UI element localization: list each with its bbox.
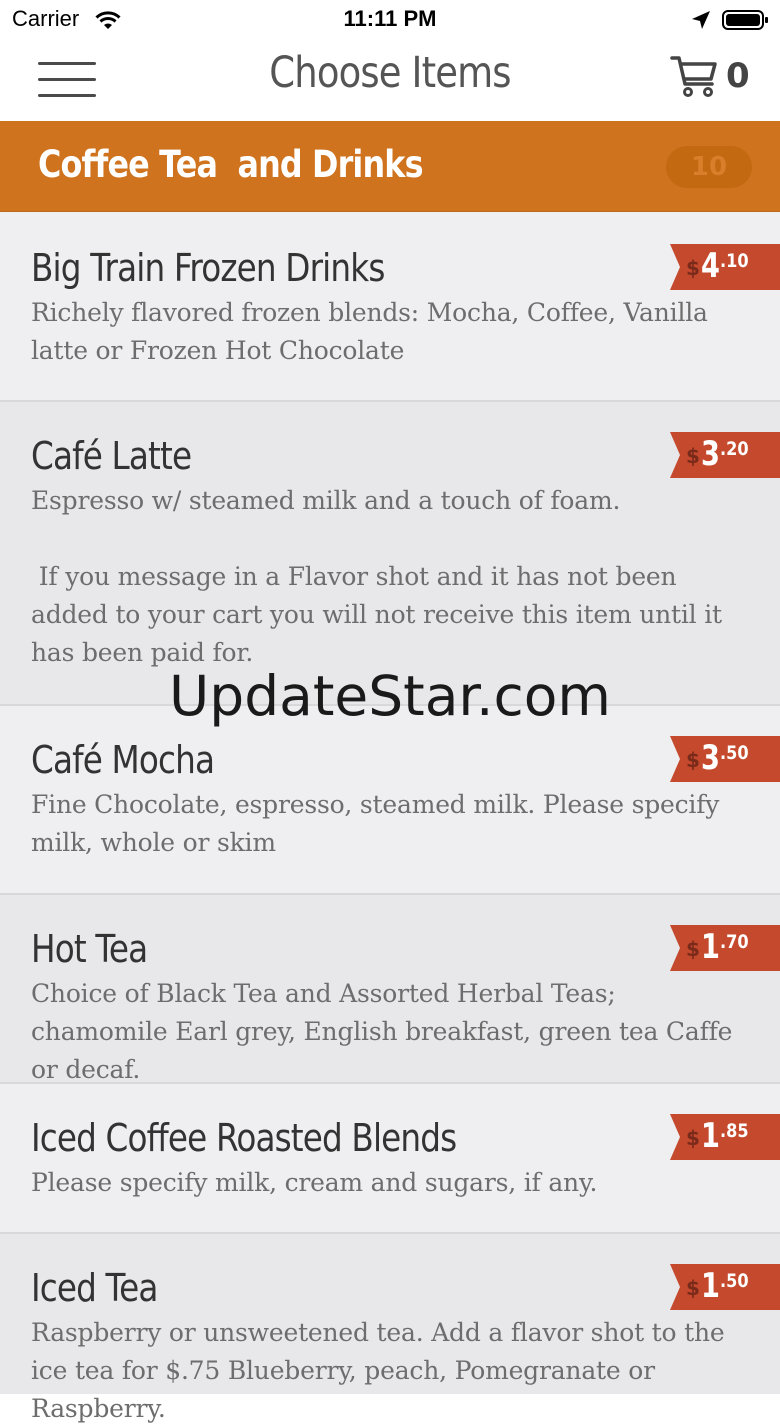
status-bar: Carrier 11:11 PM [0, 0, 780, 40]
cart-button[interactable]: 0 [670, 54, 750, 104]
price-whole: 1 [701, 1116, 720, 1156]
price-currency: $ [686, 256, 700, 280]
item-description: Raspberry or unsweetened tea. Add a flav… [31, 1318, 733, 1423]
menu-item-iced-tea[interactable]: Iced Tea Raspberry or unsweetened tea. A… [0, 1234, 780, 1423]
price-currency: $ [686, 1126, 700, 1150]
location-arrow-icon [690, 9, 712, 36]
category-header[interactable]: Coffee Tea and Drinks 10 [0, 121, 780, 212]
price-whole: 3 [701, 434, 720, 474]
price-cents: .85 [720, 1120, 749, 1142]
item-name: Hot Tea [31, 927, 148, 971]
price-tag: $ 1 .85 [670, 1114, 780, 1160]
price-whole: 1 [701, 1266, 720, 1306]
price-cents: .20 [720, 438, 749, 460]
price-currency: $ [686, 937, 700, 961]
menu-item-hot-tea[interactable]: Hot Tea Choice of Black Tea and Assorted… [0, 895, 780, 1084]
price-currency: $ [686, 748, 700, 772]
price-cents: .50 [720, 742, 749, 764]
navigation-bar: Choose Items 0 [0, 40, 780, 121]
item-name: Iced Coffee Roasted Blends [31, 1116, 457, 1160]
price-tag: $ 1 .50 [670, 1264, 780, 1310]
item-name: Café Latte [31, 434, 192, 478]
battery-icon [722, 9, 770, 36]
price-cents: .70 [720, 931, 749, 953]
price-currency: $ [686, 444, 700, 468]
item-name: Big Train Frozen Drinks [31, 246, 385, 290]
menu-item-big-train-frozen-drinks[interactable]: Big Train Frozen Drinks Richely flavored… [0, 212, 780, 402]
item-description: Richely flavored frozen blends: Mocha, C… [31, 298, 716, 365]
item-description: Please specify milk, cream and sugars, i… [31, 1168, 598, 1197]
price-whole: 3 [701, 738, 720, 778]
menu-item-iced-coffee-roasted-blends[interactable]: Iced Coffee Roasted Blends Please specif… [0, 1084, 780, 1234]
cart-count-badge: 0 [726, 56, 750, 96]
price-tag: $ 1 .70 [670, 925, 780, 971]
item-description: Fine Chocolate, espresso, steamed milk. … [31, 790, 727, 857]
page-title: Choose Items [269, 48, 511, 98]
menu-item-cafe-mocha[interactable]: Café Mocha Fine Chocolate, espresso, ste… [0, 706, 780, 895]
price-cents: .10 [720, 250, 749, 272]
category-item-count-badge: 10 [666, 146, 752, 188]
menu-item-cafe-latte[interactable]: Café Latte Espresso w/ steamed milk and … [0, 402, 780, 706]
item-description: Espresso w/ steamed milk and a touch of … [31, 486, 722, 667]
price-tag: $ 4 .10 [670, 244, 780, 290]
item-description: Choice of Black Tea and Assorted Herbal … [31, 979, 741, 1084]
price-tag: $ 3 .50 [670, 736, 780, 782]
item-name: Café Mocha [31, 738, 215, 782]
price-whole: 4 [701, 246, 720, 286]
price-cents: .50 [720, 1270, 749, 1292]
price-whole: 1 [701, 927, 720, 967]
clock-time: 11:11 PM [343, 6, 437, 31]
price-tag: $ 3 .20 [670, 432, 780, 478]
item-name: Iced Tea [31, 1266, 158, 1310]
price-currency: $ [686, 1276, 700, 1300]
category-title: Coffee Tea and Drinks [38, 143, 424, 186]
